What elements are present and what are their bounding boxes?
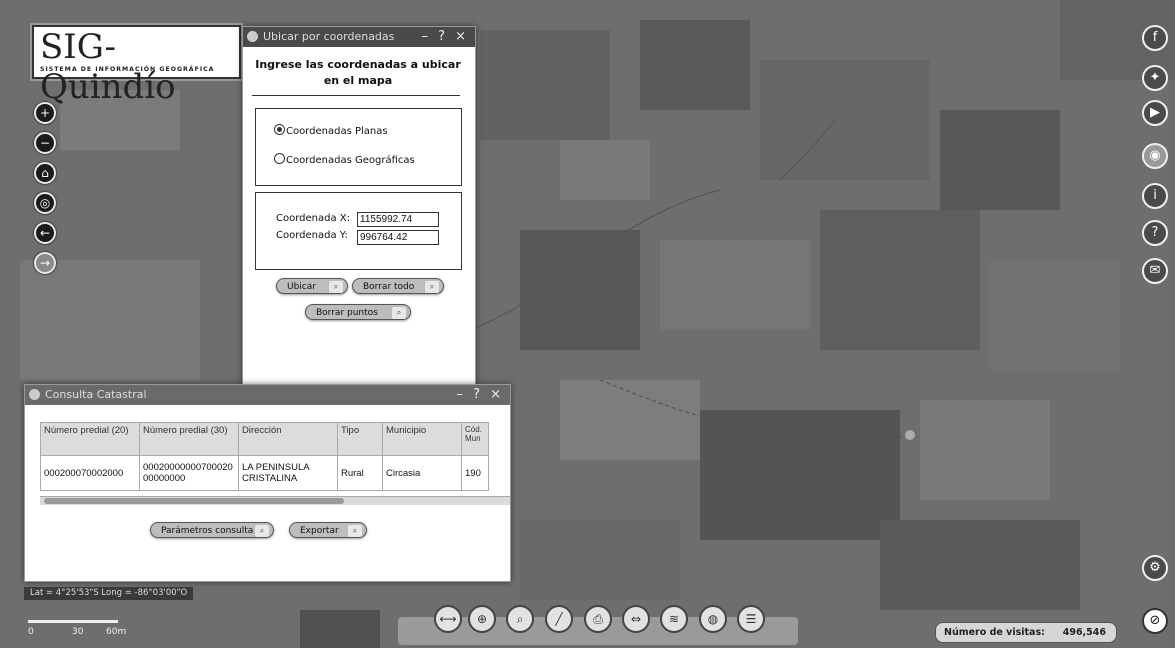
table-cell: 000200070002000 — [40, 455, 140, 491]
accessibility-icon[interactable]: ⚙ — [1142, 555, 1168, 581]
radio-planas[interactable]: Coordenadas Planas — [274, 124, 388, 139]
table-scrollbar[interactable] — [40, 496, 510, 505]
globe-icon[interactable]: ◍ — [699, 605, 727, 633]
table-row[interactable]: 000200070002000 000200000007000200000000… — [40, 455, 489, 491]
swipe-icon[interactable]: ⇔ — [622, 605, 650, 633]
window-icon — [247, 31, 258, 42]
borrar-puntos-label: Borrar puntos — [316, 308, 378, 318]
info-icon[interactable]: i — [1142, 183, 1168, 209]
borrar-todo-label: Borrar todo — [363, 282, 415, 292]
back-arrow-icon[interactable]: ← — [34, 222, 56, 244]
coord-x-label: Coordenada X: — [276, 213, 350, 224]
help-icon[interactable]: ? — [1142, 220, 1168, 246]
zoom-out-icon[interactable]: − — [34, 132, 56, 154]
facebook-icon[interactable]: f — [1142, 25, 1168, 51]
youtube-icon[interactable]: ▶ — [1142, 100, 1168, 126]
parametros-consulta-label: Parámetros consulta — [161, 526, 254, 536]
catastral-window-title: Consulta Catastral — [45, 388, 147, 401]
app-logo: SIG-Quindío SISTEMA DE INFORMACIÓN GEOGR… — [32, 25, 241, 107]
column-header[interactable]: Cód. Mun — [461, 422, 489, 456]
coord-window-titlebar[interactable]: Ubicar por coordenadas – ? × — [243, 27, 475, 47]
coord-window-title: Ubicar por coordenadas — [263, 30, 395, 43]
column-header[interactable]: Tipo — [337, 422, 383, 456]
home-icon[interactable]: ⌂ — [34, 162, 56, 184]
table-cell: Rural — [337, 455, 383, 491]
map-marker[interactable] — [905, 430, 915, 440]
parametros-consulta-button[interactable]: Parámetros consulta ⌕ — [150, 522, 274, 538]
email-icon[interactable]: ✉ — [1142, 258, 1168, 284]
scale-label: 0 — [28, 627, 34, 637]
locate-icon[interactable]: ◎ — [34, 192, 56, 214]
search-icon: ⌕ — [255, 525, 269, 537]
twitter-icon[interactable]: ✦ — [1142, 65, 1168, 91]
search-icon: ⌕ — [348, 525, 362, 537]
radio-geograficas-label: Coordenadas Geográficas — [286, 155, 415, 166]
coord-y-input[interactable] — [357, 230, 439, 245]
table-cell: Circasia — [382, 455, 462, 491]
coord-type-box — [255, 108, 462, 186]
table-header-row: Número predial (20) Número predial (30) … — [40, 422, 489, 456]
radio-checked-icon[interactable] — [274, 124, 285, 135]
borrar-puntos-button[interactable]: Borrar puntos ⌕ — [305, 304, 411, 320]
radio-geograficas[interactable]: Coordenadas Geográficas — [274, 153, 415, 168]
hide-icon[interactable]: ⊘ — [1142, 608, 1168, 634]
scrollbar-thumb[interactable] — [44, 498, 344, 504]
logo-subtitle: SISTEMA DE INFORMACIÓN GEOGRÁFICA — [40, 66, 215, 73]
coord-heading: Ingrese las coordenadas a ubicar en el m… — [255, 58, 461, 87]
identify-icon[interactable]: ⊕ — [468, 605, 496, 633]
catastral-table: Número predial (20) Número predial (30) … — [40, 422, 489, 491]
scale-bar — [28, 620, 118, 623]
divider — [252, 95, 460, 96]
measure-icon[interactable]: ⟷ — [434, 605, 462, 633]
coord-y-label: Coordenada Y: — [276, 230, 348, 241]
table-cell: LA PENINSULA CRISTALINA — [238, 455, 338, 491]
search-icon: ⌕ — [392, 307, 406, 319]
layers-icon[interactable]: ≋ — [660, 605, 688, 633]
search-icon[interactable]: ⌕ — [506, 605, 534, 633]
globe-icon[interactable]: ◉ — [1142, 143, 1168, 169]
table-cell: 0002000000070002000000000 — [139, 455, 239, 491]
window-icon — [29, 389, 40, 400]
radio-planas-label: Coordenadas Planas — [286, 126, 388, 137]
window-controls[interactable]: – ? × — [456, 385, 504, 405]
visit-counter: Número de visitas: 496,546 — [935, 622, 1117, 643]
coordinates-readout: Lat = 4°25'53"S Long = -86°03'00"O — [24, 587, 194, 600]
exportar-label: Exportar — [300, 526, 339, 536]
radio-unchecked-icon[interactable] — [274, 153, 285, 164]
catastral-window-titlebar[interactable]: Consulta Catastral – ? × — [25, 385, 510, 405]
column-header[interactable]: Municipio — [382, 422, 462, 456]
scale-label: 60m — [106, 627, 127, 637]
window-controls[interactable]: – ? × — [421, 27, 469, 47]
borrar-todo-button[interactable]: Borrar todo ⌕ — [352, 278, 444, 294]
draw-icon[interactable]: ╱ — [545, 605, 573, 633]
search-icon: ⌕ — [329, 281, 343, 293]
column-header[interactable]: Número predial (30) — [139, 422, 239, 456]
ubicar-label: Ubicar — [287, 282, 316, 292]
scale-label: 30 — [72, 627, 84, 637]
ubicar-button[interactable]: Ubicar ⌕ — [276, 278, 348, 294]
zoom-in-icon[interactable]: + — [34, 102, 56, 124]
visits-count: 496,546 — [1062, 627, 1106, 638]
visits-label: Número de visitas: — [944, 627, 1045, 638]
list-icon[interactable]: ☰ — [737, 605, 765, 633]
exportar-button[interactable]: Exportar ⌕ — [289, 522, 367, 538]
table-cell: 190 — [461, 455, 489, 491]
column-header[interactable]: Dirección — [238, 422, 338, 456]
search-icon: ⌕ — [425, 281, 439, 293]
coord-x-input[interactable] — [357, 212, 439, 227]
column-header[interactable]: Número predial (20) — [40, 422, 140, 456]
print-icon[interactable]: ⎙ — [584, 605, 612, 633]
forward-arrow-icon[interactable]: → — [34, 252, 56, 274]
